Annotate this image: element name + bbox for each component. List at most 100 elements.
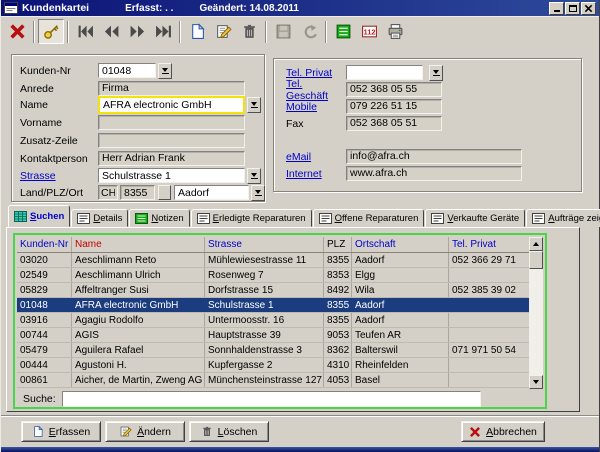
chevron-down-icon [433,70,439,74]
nav-prev-button[interactable] [98,19,124,44]
table-cell: AFRA electronic GmbH [72,298,205,312]
arrow-up-icon [533,242,539,246]
column-header-kunden-nr[interactable]: Kunden-Nr [17,237,72,252]
table-scrollbar[interactable] [529,237,543,389]
phone-directory-button[interactable]: 112 [356,19,382,44]
first-record-icon [77,23,94,40]
table-row[interactable]: 03916Agagiu RodolfoUntermoosstr. 168355A… [17,313,531,328]
table-row[interactable]: 00861Aicher, de Martin, Zweng AGMünchens… [17,373,531,388]
close-button[interactable] [581,2,596,15]
internet-link-label[interactable]: Internet [286,168,346,180]
column-header-name[interactable]: Name [72,237,205,252]
plz-lookup-button[interactable] [158,185,171,200]
tab-offene-reparaturen[interactable]: Offene Reparaturen [313,209,425,227]
nav-first-button[interactable] [72,19,98,44]
delete-record-button[interactable] [236,19,262,44]
nav-last-button[interactable] [150,19,176,44]
ort-input[interactable] [174,185,249,200]
table-cell: 03020 [17,253,72,267]
mobile-link-label[interactable]: Mobile [286,101,346,113]
exit-button[interactable] [4,19,30,44]
internet-field: www.afra.ch [346,166,522,181]
button-label: Ändern [137,426,171,438]
print-button[interactable] [382,19,408,44]
search-results-area: Kunden-Nr Name Strasse PLZ Ortschaft Tel… [13,233,547,409]
printer-icon [387,23,404,40]
land-plz-ort-label: Land/PLZ/Ort [20,187,98,199]
tel-privat-input[interactable] [346,65,423,80]
table-row[interactable]: 02549Aeschlimann UlrichRosenweg 78353Elg… [17,268,531,283]
table-cell: Aadorf [352,298,449,312]
table-cell [449,373,531,387]
close-icon [584,4,593,13]
table-cell: Aeschlimann Ulrich [72,268,205,282]
kunden-nr-input[interactable] [98,63,156,78]
table-cell: Schulstrasse 1 [205,298,324,312]
column-header-plz[interactable]: PLZ [324,237,352,252]
field-row: Land/PLZ/Ort [20,184,265,201]
loeschen-button[interactable]: Löschen [189,421,269,442]
table-cell: Affeltranger Susi [72,283,205,297]
nav-next-button[interactable] [124,19,150,44]
tel-privat-dropdown-button[interactable] [429,65,443,81]
kunden-nr-dropdown-button[interactable] [158,63,172,79]
strasse-dropdown-button[interactable] [247,168,261,184]
toolbar-separator [265,21,267,43]
search-input[interactable] [62,391,481,407]
strasse-link-label[interactable]: Strasse [20,170,98,182]
titlebar[interactable]: Kundenkartei Erfasst: . . Geändert: 14.0… [1,0,599,16]
notes-list-button[interactable] [330,19,356,44]
kontaktperson-label: Kontaktperson [20,153,98,165]
table-row[interactable]: 03020Aeschlimann RetoMühlewiesestrasse 1… [17,253,531,268]
aendern-button[interactable]: Ändern [105,421,185,442]
column-header-ortschaft[interactable]: Ortschaft [352,237,449,252]
erfassen-button[interactable]: Erfassen [21,421,101,442]
tab-suchen[interactable]: Suchen [8,205,70,227]
land-input[interactable] [98,185,118,200]
tab-auftraege-zeigen[interactable]: Aufträge zeigen [526,209,600,227]
ort-dropdown-button[interactable] [251,185,265,201]
column-header-tel-privat[interactable]: Tel. Privat [449,237,531,252]
tab-label: Offene Reparaturen [335,213,419,224]
column-header-strasse[interactable]: Strasse [205,237,324,252]
previous-record-icon [103,23,120,40]
mobile-field: 079 226 51 15 [346,99,442,114]
chevron-down-icon [255,190,261,194]
name-input[interactable] [98,96,245,114]
tab-notizen[interactable]: Notizen [129,209,189,227]
table-cell: 9053 [324,328,352,342]
abbrechen-button[interactable]: Abbrechen [461,421,545,442]
table-cell [449,358,531,372]
minimize-button[interactable] [549,2,564,15]
field-row: Strasse [20,167,261,184]
chevron-down-icon [251,173,257,177]
tab-verkaufte-geraete[interactable]: Verkaufte Geräte [425,209,525,227]
table-row-selected[interactable]: 01048AFRA electronic GmbHSchulstrasse 18… [17,298,531,313]
email-link-label[interactable]: eMail [286,151,346,163]
tab-details[interactable]: Details [71,209,128,227]
table-row[interactable]: 00444Agustoni H.Kupfergasse 24310Rheinfe… [17,358,531,373]
table-cell: Basel [352,373,449,387]
search-key-button[interactable] [38,19,64,44]
field-row: Internet www.afra.ch [286,165,522,182]
plz-input[interactable] [120,185,155,200]
field-row: Anrede Firma [20,80,245,97]
chevron-down-icon [162,68,168,72]
edit-record-button[interactable] [210,19,236,44]
new-record-button[interactable] [184,19,210,44]
anrede-label: Anrede [20,83,98,95]
maximize-button[interactable] [565,2,580,15]
field-row: eMail info@afra.ch [286,148,522,165]
scroll-up-button[interactable] [529,237,543,251]
exit-x-icon [9,23,26,40]
strasse-input[interactable] [98,168,245,183]
field-row: Mobile 079 226 51 15 [286,98,442,115]
tab-erledigte-reparaturen[interactable]: Erledigte Reparaturen [191,209,312,227]
table-row[interactable]: 05829Affeltranger SusiDorfstrasse 158492… [17,283,531,298]
table-row[interactable]: 00744AGISHauptstrasse 399053Teufen AR [17,328,531,343]
scrollbar-thumb[interactable] [529,251,543,269]
table-row[interactable]: 05479Aguilera RafaelSonnhaldenstrasse 38… [17,343,531,358]
customer-details-group: Kunden-Nr Anrede Firma Name Vorname Zusa… [11,54,265,202]
scroll-down-button[interactable] [529,375,543,389]
name-dropdown-button[interactable] [247,97,261,113]
